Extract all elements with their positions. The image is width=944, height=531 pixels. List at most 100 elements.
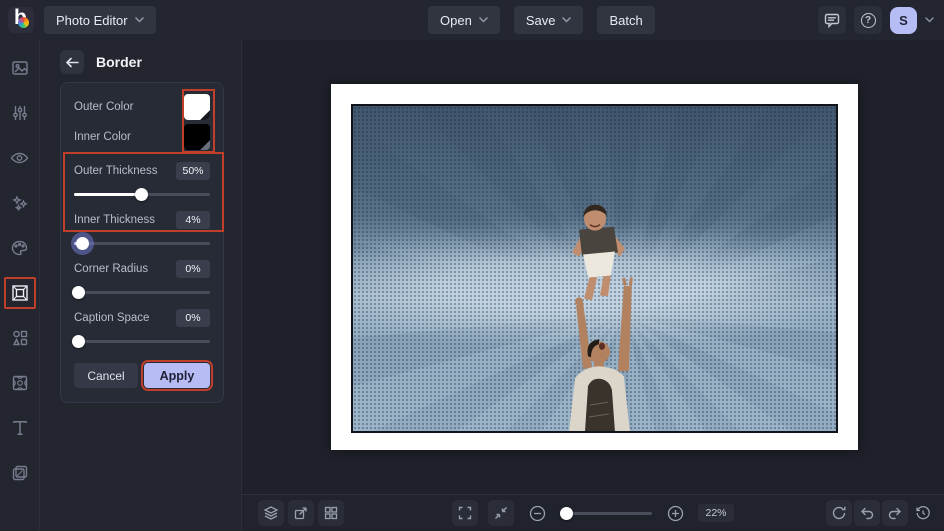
caption-space-value[interactable]: 0% — [176, 308, 210, 327]
inner-color-row: Inner Color — [74, 122, 210, 152]
inner-thickness-label: Inner Thickness — [74, 213, 155, 226]
sidebar-item-frames[interactable] — [3, 277, 36, 309]
plus-circle-icon — [667, 505, 683, 521]
corner-radius-slider[interactable] — [72, 285, 210, 299]
corner-radius-label: Corner Radius — [74, 262, 149, 275]
back-button[interactable] — [60, 50, 84, 74]
outer-thickness-row: Outer Thickness 50% — [74, 161, 210, 180]
feedback-button[interactable] — [818, 6, 846, 34]
bottom-right-tools — [826, 500, 936, 526]
layers-button[interactable] — [258, 500, 284, 526]
inner-thickness-value[interactable]: 4% — [176, 210, 210, 229]
photo-figures — [569, 204, 633, 431]
caption-space-label: Caption Space — [74, 311, 150, 324]
baby-figure — [572, 204, 625, 301]
bottom-left-tools — [258, 500, 344, 526]
zoom-slider[interactable] — [560, 506, 652, 520]
panel-buttons-row: Cancel Apply — [74, 360, 213, 391]
inner-thickness-row: Inner Thickness 4% — [74, 210, 210, 229]
tools-sidebar — [0, 40, 40, 531]
panel-header: Border — [60, 50, 241, 74]
batch-button[interactable]: Batch — [597, 6, 655, 34]
befunky-logo-icon[interactable]: b — [8, 6, 34, 33]
corner-radius-value[interactable]: 0% — [176, 259, 210, 278]
sidebar-item-graphics[interactable] — [4, 322, 36, 354]
border-panel: Border Outer Color Inner Color Outer Thi… — [40, 40, 241, 531]
grid-icon — [324, 506, 338, 520]
workspace — [241, 40, 944, 494]
fullscreen-icon — [458, 506, 472, 520]
sidebar-item-artsy[interactable] — [4, 232, 36, 264]
transform-button[interactable] — [288, 500, 314, 526]
sidebar-item-image[interactable] — [4, 52, 36, 84]
bottom-toolbar: 22% — [241, 494, 944, 531]
pattern-square-icon — [12, 375, 27, 391]
chevron-down-icon — [134, 17, 144, 23]
outer-thickness-label: Outer Thickness — [74, 164, 158, 177]
minus-circle-icon — [529, 505, 545, 521]
save-button[interactable]: Save — [513, 6, 584, 34]
layers-icon — [263, 506, 279, 520]
inner-color-swatch[interactable] — [184, 124, 210, 150]
chevron-down-icon — [479, 17, 488, 23]
zoom-in-button[interactable] — [662, 500, 688, 526]
reset-button[interactable] — [826, 500, 852, 526]
app-menu-button[interactable]: Photo Editor — [44, 6, 156, 34]
sidebar-item-layers[interactable] — [4, 457, 36, 489]
open-button[interactable]: Open — [428, 6, 500, 34]
zoom-level-value[interactable]: 22% — [698, 504, 734, 522]
outer-color-row: Outer Color — [74, 92, 210, 122]
topbar-center-actions: Open Save Batch — [428, 6, 655, 34]
overlapping-squares-icon — [12, 465, 27, 481]
grid-view-button[interactable] — [318, 500, 344, 526]
caption-space-slider[interactable] — [72, 334, 210, 348]
outer-color-swatch[interactable] — [184, 94, 210, 120]
redo-icon — [888, 507, 901, 520]
undo-button[interactable] — [854, 500, 880, 526]
inner-thickness-slider[interactable] — [74, 236, 210, 250]
topbar: b Photo Editor Open Save Batch ? — [0, 0, 944, 40]
photo-image[interactable] — [351, 104, 838, 433]
sidebar-item-effects[interactable] — [4, 187, 36, 219]
outer-color-label: Outer Color — [74, 101, 134, 113]
caption-space-row: Caption Space 0% — [74, 308, 210, 327]
account-chevron-icon[interactable] — [925, 17, 934, 23]
fullscreen-button[interactable] — [452, 500, 478, 526]
reset-icon — [832, 506, 846, 520]
sidebar-item-touch-up[interactable] — [4, 142, 36, 174]
topbar-right-actions: ? S — [818, 6, 934, 34]
man-figure — [569, 277, 633, 431]
history-icon — [916, 506, 930, 520]
adjustments-icon — [12, 106, 27, 120]
image-icon — [11, 61, 28, 75]
outer-thickness-slider[interactable] — [74, 187, 210, 201]
inner-color-label: Inner Color — [74, 131, 131, 143]
batch-label: Batch — [609, 12, 643, 28]
sidebar-item-overlays[interactable] — [4, 367, 36, 399]
corner-radius-row: Corner Radius 0% — [74, 259, 210, 278]
frame-border-icon — [11, 285, 28, 301]
shapes-icon — [12, 330, 27, 346]
sparkles-icon — [11, 195, 28, 212]
cancel-button[interactable]: Cancel — [74, 363, 138, 388]
help-button[interactable]: ? — [854, 6, 882, 34]
zoom-out-button[interactable] — [524, 500, 550, 526]
help-icon: ? — [860, 12, 876, 28]
history-button[interactable] — [910, 500, 936, 526]
avatar[interactable]: S — [890, 6, 917, 34]
fit-to-screen-button[interactable] — [488, 500, 514, 526]
sidebar-item-text[interactable] — [4, 412, 36, 444]
apply-button[interactable]: Apply — [141, 360, 213, 391]
app-menu-label: Photo Editor — [56, 12, 128, 28]
palette-icon — [11, 240, 28, 256]
text-icon — [12, 421, 27, 435]
eye-icon — [10, 152, 29, 164]
speech-bubble-icon — [824, 13, 840, 28]
canvas-white-border[interactable] — [331, 84, 858, 450]
outer-thickness-value[interactable]: 50% — [176, 161, 210, 180]
sidebar-item-adjustments[interactable] — [4, 97, 36, 129]
arrow-left-icon — [65, 57, 79, 67]
undo-icon — [861, 507, 874, 520]
avatar-initial: S — [899, 12, 908, 28]
redo-button[interactable] — [882, 500, 908, 526]
